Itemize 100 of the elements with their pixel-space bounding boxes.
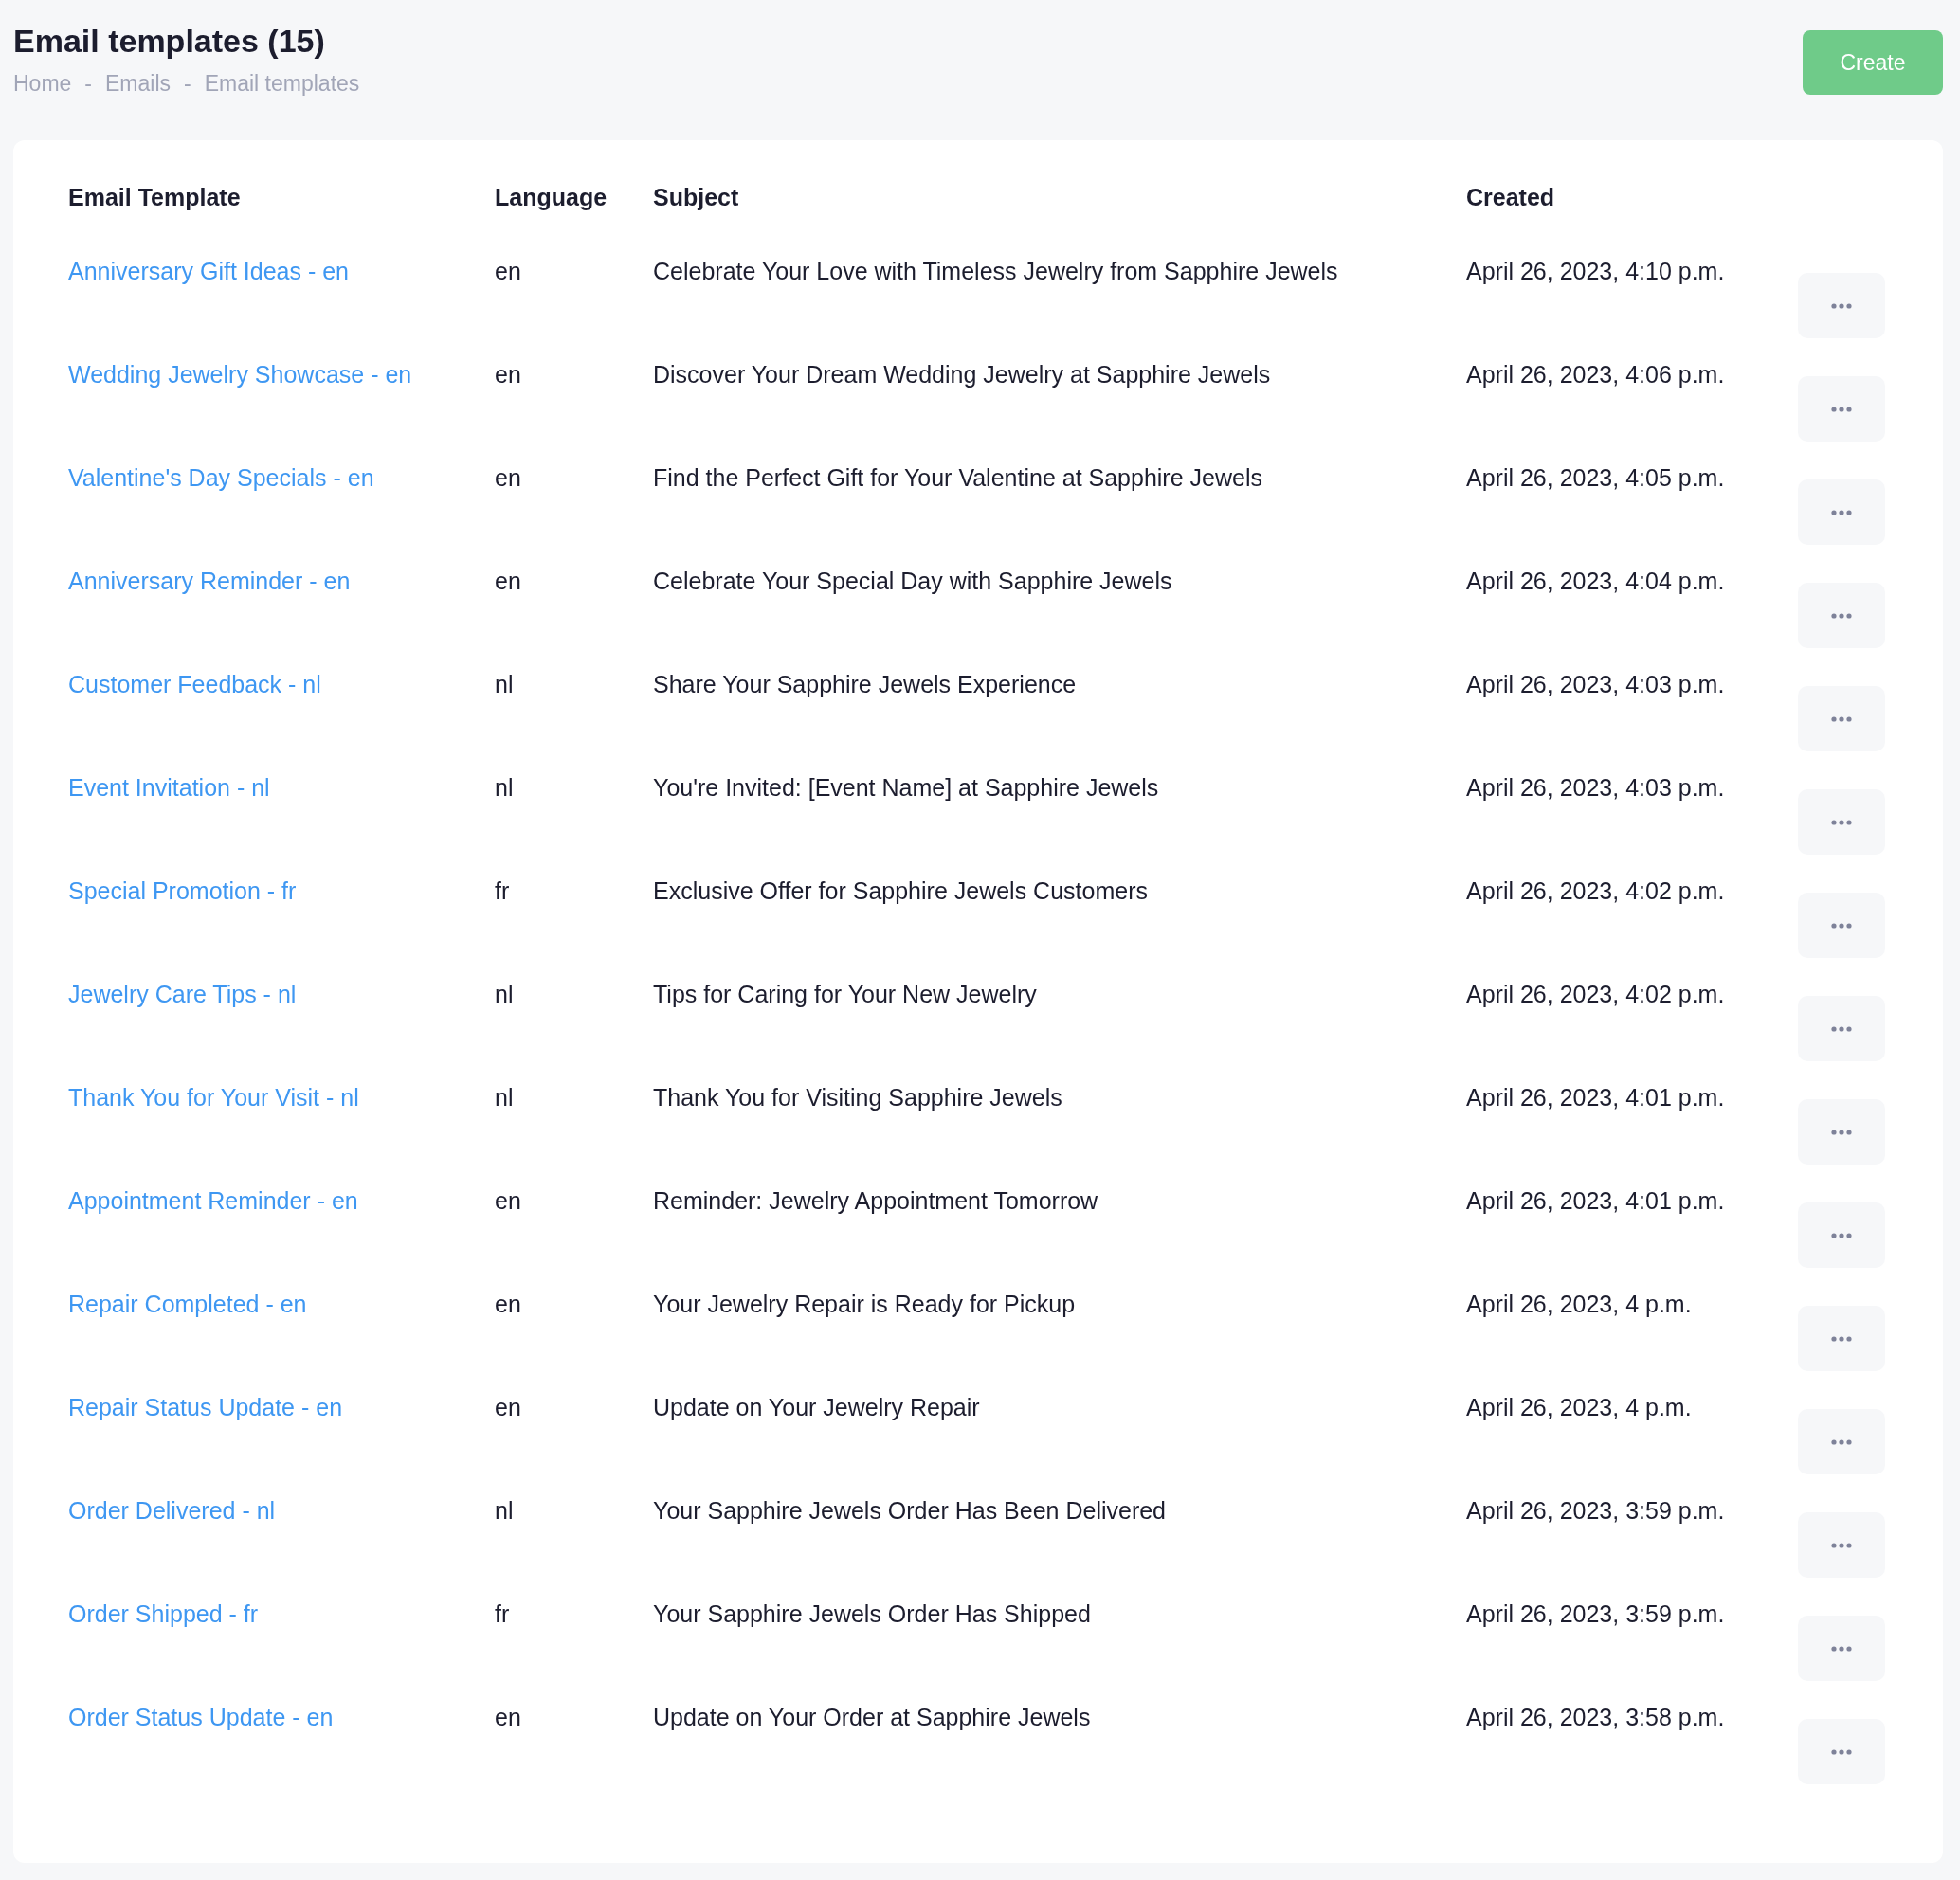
template-link[interactable]: Thank You for Your Visit - nl <box>68 1084 359 1111</box>
language-cell-text: nl <box>495 1497 515 1525</box>
subject-cell-text: Tips for Caring for Your New Jewelry <box>653 981 1038 1008</box>
column-header: Language <box>495 184 608 211</box>
template-link[interactable]: Wedding Jewelry Showcase - en <box>68 361 412 388</box>
template-link[interactable]: Repair Status Update - en <box>68 1394 343 1420</box>
subject-cell-text: Celebrate Your Love with Timeless Jewelry from Sapphire Jewels <box>653 258 1339 285</box>
subject-cell-text: Update on Your Order at Sapphire Jewels <box>653 1704 1092 1731</box>
breadcrumb-separator: - <box>84 71 93 97</box>
more-button[interactable] <box>1798 479 1885 545</box>
created-cell-text: April 26, 2023, 4:10 p.m. <box>1466 258 1726 285</box>
language-cell-text: nl <box>495 671 515 698</box>
more-button[interactable] <box>1798 1306 1885 1371</box>
column-header: Email Template <box>68 184 242 211</box>
language-cell-text: nl <box>495 1084 515 1112</box>
page-title: Email templates (15) <box>13 23 326 60</box>
language-cell-text: en <box>495 1187 522 1215</box>
created-cell-text: April 26, 2023, 4 p.m. <box>1466 1291 1693 1318</box>
language-cell-text: en <box>495 361 522 389</box>
subject-cell-text: Exclusive Offer for Sapphire Jewels Customers <box>653 877 1149 905</box>
breadcrumb-link[interactable]: Emails <box>105 71 172 97</box>
more-button[interactable] <box>1798 376 1885 442</box>
created-cell-text: April 26, 2023, 4:04 p.m. <box>1466 568 1726 595</box>
more-icon <box>1831 1335 1852 1342</box>
more-button[interactable] <box>1798 1512 1885 1578</box>
language-cell-text: en <box>495 1394 522 1421</box>
more-icon <box>1831 1129 1852 1135</box>
template-link[interactable]: Anniversary Reminder - en <box>68 568 351 594</box>
language-cell-text: nl <box>495 981 515 1008</box>
more-icon <box>1831 1232 1852 1238</box>
template-link[interactable]: Order Status Update - en <box>68 1704 334 1730</box>
subject-cell-text: Thank You for Visiting Sapphire Jewels <box>653 1084 1063 1112</box>
template-link[interactable]: Event Invitation - nl <box>68 774 270 801</box>
more-icon <box>1831 1542 1852 1548</box>
language-cell-text: en <box>495 1704 522 1731</box>
subject-cell-text: Find the Perfect Gift for Your Valentine at Sapphire Jewels <box>653 464 1263 492</box>
created-cell-text: April 26, 2023, 4:02 p.m. <box>1466 981 1726 1008</box>
subject-cell-text: Celebrate Your Special Day with Sapphire Jewels <box>653 568 1173 595</box>
subject-cell-text: Your Jewelry Repair is Ready for Pickup <box>653 1291 1077 1318</box>
breadcrumb-link[interactable]: Email templates <box>204 71 360 97</box>
language-cell-text: fr <box>495 877 511 905</box>
more-icon <box>1831 1748 1852 1755</box>
create-button[interactable]: Create <box>1803 30 1943 95</box>
column-header: Subject <box>653 184 740 211</box>
more-button[interactable] <box>1798 996 1885 1061</box>
more-button[interactable] <box>1798 273 1885 338</box>
created-cell-text: April 26, 2023, 4 p.m. <box>1466 1394 1693 1421</box>
created-cell-text: April 26, 2023, 4:01 p.m. <box>1466 1187 1726 1215</box>
subject-cell-text: Reminder: Jewelry Appointment Tomorrow <box>653 1187 1099 1215</box>
subject-cell-text: Your Sapphire Jewels Order Has Been Delivered <box>653 1497 1168 1525</box>
more-icon <box>1831 1025 1852 1032</box>
created-cell-text: April 26, 2023, 4:03 p.m. <box>1466 671 1726 698</box>
created-cell-text: April 26, 2023, 3:59 p.m. <box>1466 1600 1726 1628</box>
more-icon <box>1831 819 1852 825</box>
template-link[interactable]: Jewelry Care Tips - nl <box>68 981 297 1007</box>
language-cell-text: en <box>495 464 522 492</box>
template-link[interactable]: Customer Feedback - nl <box>68 671 321 697</box>
breadcrumb-separator: - <box>184 71 191 97</box>
language-cell-text: en <box>495 1291 522 1318</box>
column-header: Created <box>1466 184 1556 211</box>
created-cell-text: April 26, 2023, 4:01 p.m. <box>1466 1084 1726 1112</box>
breadcrumb-link[interactable]: Home <box>13 71 72 97</box>
created-cell-text: April 26, 2023, 3:59 p.m. <box>1466 1497 1726 1525</box>
language-cell-text: nl <box>495 774 515 802</box>
subject-cell-text: Update on Your Jewelry Repair <box>653 1394 981 1421</box>
created-cell-text: April 26, 2023, 4:06 p.m. <box>1466 361 1726 389</box>
template-link[interactable]: Anniversary Gift Ideas - en <box>68 258 349 284</box>
subject-cell-text: Your Sapphire Jewels Order Has Shipped <box>653 1600 1092 1628</box>
subject-cell-text: You're Invited: [Event Name] at Sapphire Jewels <box>653 774 1160 802</box>
more-button[interactable] <box>1798 1409 1885 1474</box>
subject-cell-text: Discover Your Dream Wedding Jewelry at Sapphire Jewels <box>653 361 1272 389</box>
more-button[interactable] <box>1798 893 1885 958</box>
more-button[interactable] <box>1798 1616 1885 1681</box>
template-link[interactable]: Special Promotion - fr <box>68 877 297 904</box>
language-cell-text: en <box>495 568 522 595</box>
subject-cell-text: Share Your Sapphire Jewels Experience <box>653 671 1078 698</box>
more-icon <box>1831 509 1852 515</box>
more-button[interactable] <box>1798 686 1885 751</box>
more-icon <box>1831 406 1852 412</box>
more-icon <box>1831 612 1852 619</box>
template-link[interactable]: Repair Completed - en <box>68 1291 307 1317</box>
language-cell-text: fr <box>495 1600 511 1628</box>
more-icon <box>1831 922 1852 929</box>
more-button[interactable] <box>1798 1202 1885 1268</box>
created-cell-text: April 26, 2023, 4:02 p.m. <box>1466 877 1726 905</box>
created-cell-text: April 26, 2023, 3:58 p.m. <box>1466 1704 1726 1731</box>
more-button[interactable] <box>1798 1719 1885 1784</box>
template-link[interactable]: Order Delivered - nl <box>68 1497 276 1524</box>
created-cell-text: April 26, 2023, 4:03 p.m. <box>1466 774 1726 802</box>
template-link[interactable]: Valentine's Day Specials - en <box>68 464 374 491</box>
more-button[interactable] <box>1798 1099 1885 1165</box>
more-button[interactable] <box>1798 789 1885 855</box>
more-icon <box>1831 1645 1852 1652</box>
template-link[interactable]: Appointment Reminder - en <box>68 1187 358 1214</box>
template-link[interactable]: Order Shipped - fr <box>68 1600 259 1627</box>
more-icon <box>1831 1438 1852 1445</box>
created-cell-text: April 26, 2023, 4:05 p.m. <box>1466 464 1726 492</box>
more-icon <box>1831 715 1852 722</box>
language-cell-text: en <box>495 258 522 285</box>
more-button[interactable] <box>1798 583 1885 648</box>
